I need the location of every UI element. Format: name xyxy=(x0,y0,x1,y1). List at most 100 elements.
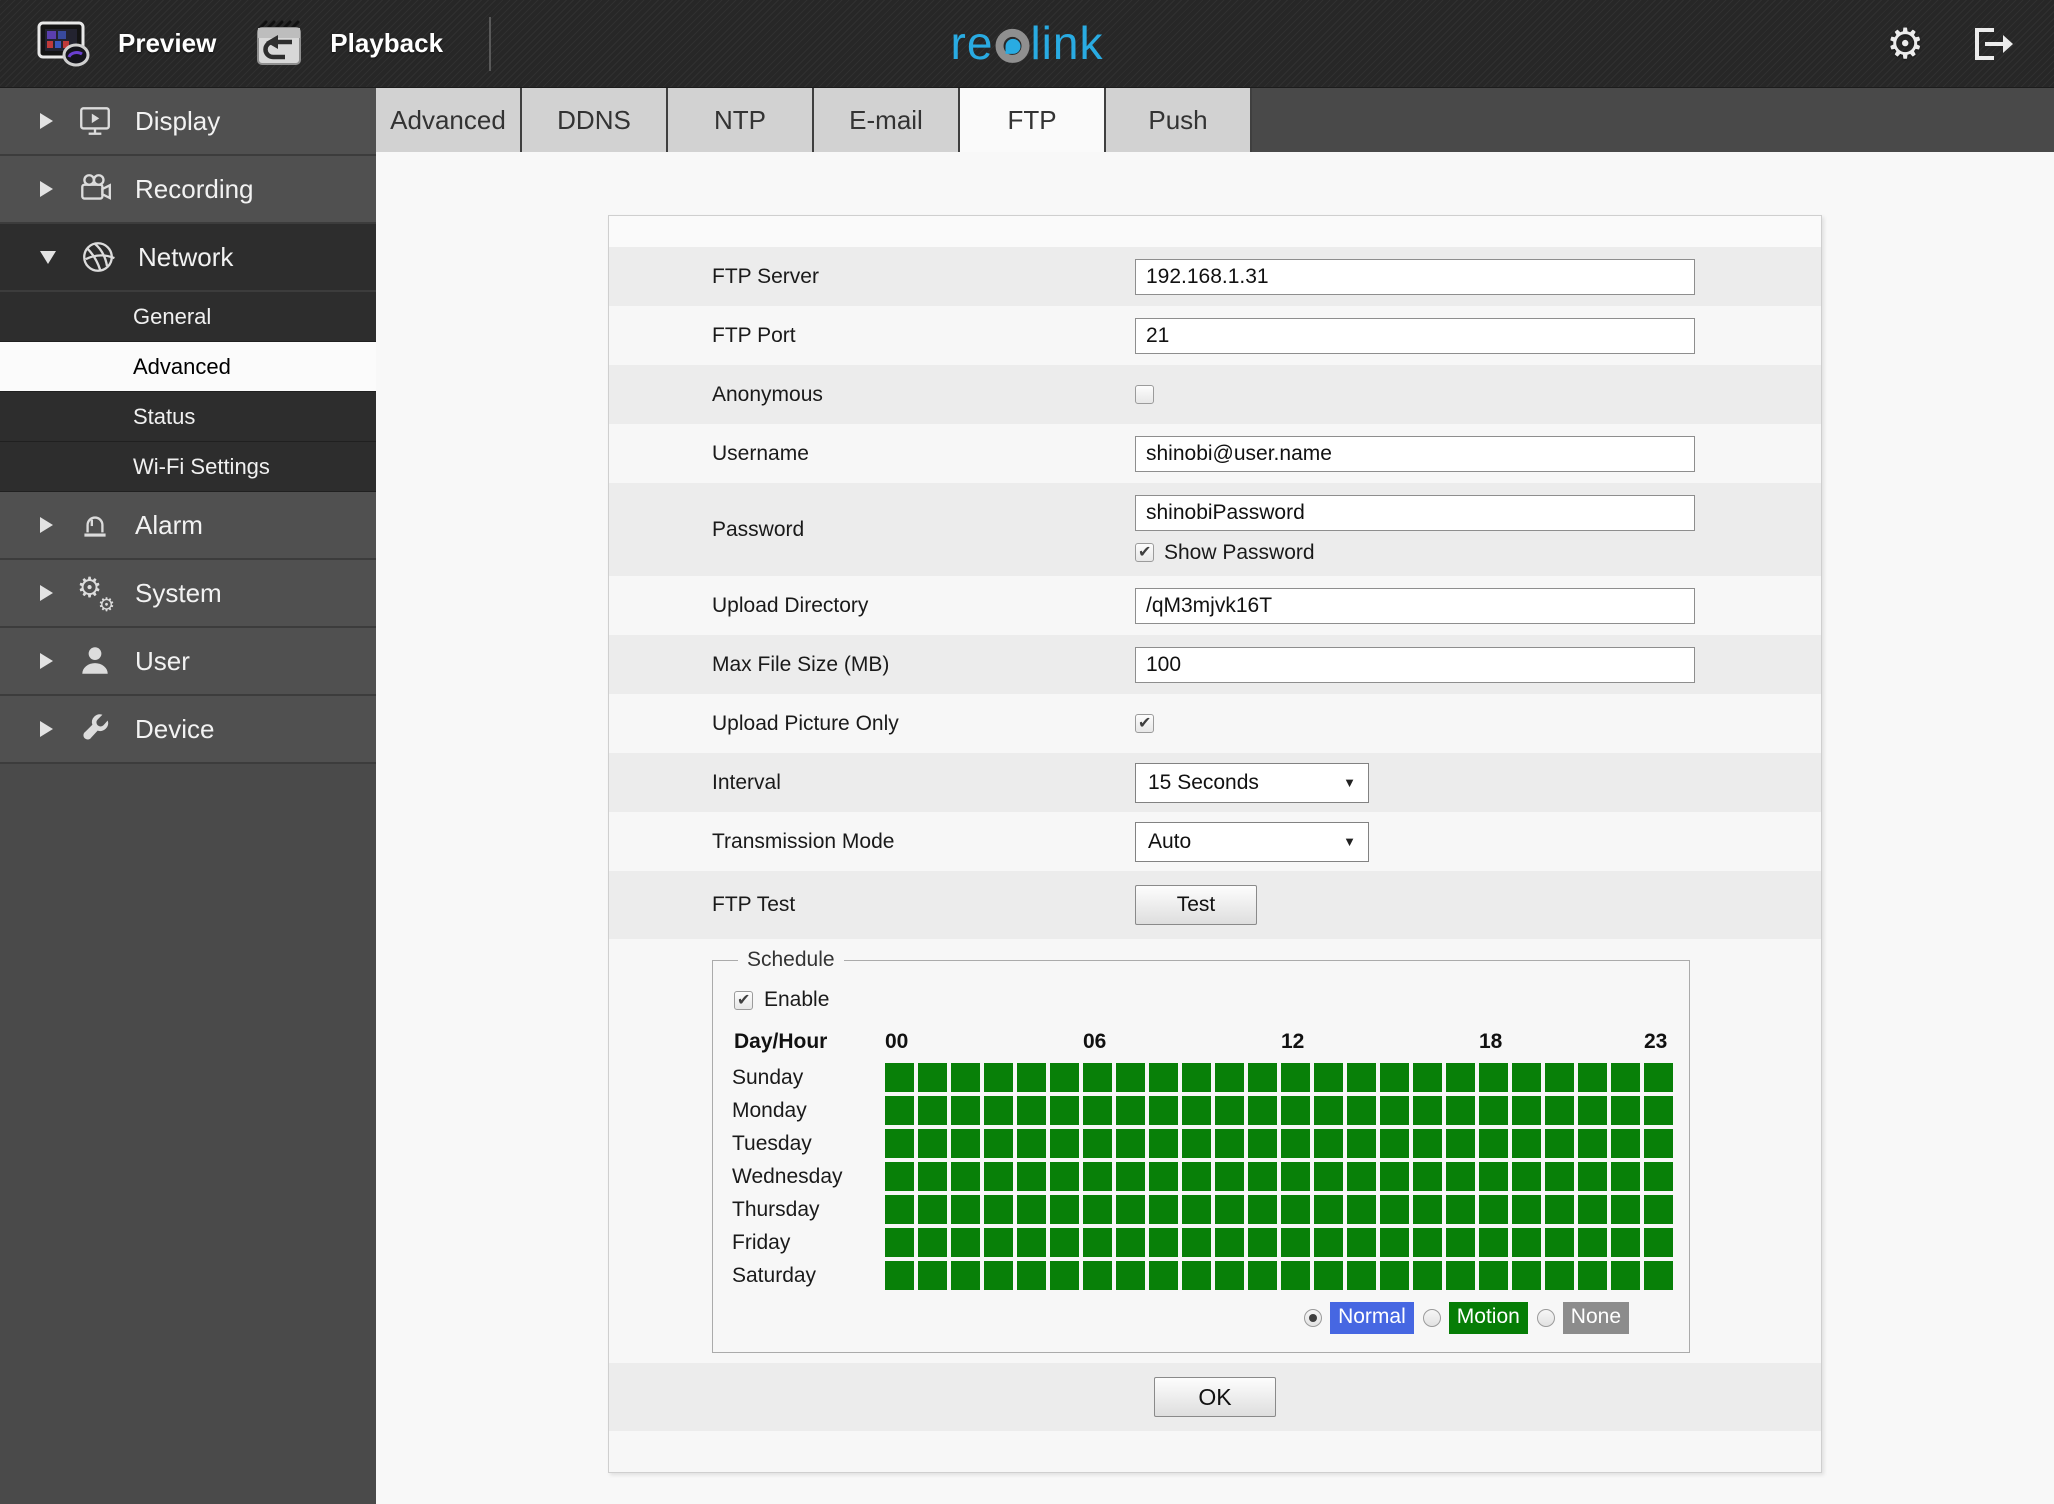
schedule-cell[interactable] xyxy=(1017,1261,1046,1290)
schedule-cell[interactable] xyxy=(1578,1096,1607,1125)
schedule-cell[interactable] xyxy=(1413,1162,1442,1191)
schedule-cell[interactable] xyxy=(1050,1228,1079,1257)
schedule-cell[interactable] xyxy=(1017,1063,1046,1092)
schedule-cell[interactable] xyxy=(1413,1261,1442,1290)
schedule-cell[interactable] xyxy=(1578,1129,1607,1158)
schedule-cell[interactable] xyxy=(951,1129,980,1158)
tab-ddns[interactable]: DDNS xyxy=(522,88,668,152)
schedule-cell[interactable] xyxy=(1446,1261,1475,1290)
schedule-cell[interactable] xyxy=(1512,1129,1541,1158)
password-input[interactable] xyxy=(1135,494,1695,531)
tab-ntp[interactable]: NTP xyxy=(668,88,814,152)
schedule-cell[interactable] xyxy=(1083,1096,1112,1125)
sidebar-subitem-advanced[interactable]: Advanced xyxy=(0,342,376,392)
preview-nav[interactable]: Preview xyxy=(36,19,216,69)
schedule-cell[interactable] xyxy=(1644,1195,1673,1224)
mode-option-normal[interactable]: Normal xyxy=(1304,1302,1414,1334)
schedule-cell[interactable] xyxy=(1611,1063,1640,1092)
schedule-cell[interactable] xyxy=(918,1129,947,1158)
radio-icon[interactable] xyxy=(1536,1309,1555,1327)
schedule-cell[interactable] xyxy=(1314,1063,1343,1092)
schedule-cell[interactable] xyxy=(1479,1063,1508,1092)
schedule-cell[interactable] xyxy=(1347,1129,1376,1158)
schedule-cell[interactable] xyxy=(1644,1228,1673,1257)
schedule-cell[interactable] xyxy=(1578,1228,1607,1257)
schedule-cell[interactable] xyxy=(1479,1129,1508,1158)
max-file-size-input[interactable] xyxy=(1135,646,1695,683)
schedule-cell[interactable] xyxy=(1281,1096,1310,1125)
mode-option-none[interactable]: None xyxy=(1536,1302,1629,1334)
schedule-cell[interactable] xyxy=(1380,1096,1409,1125)
ftp-server-input[interactable] xyxy=(1135,258,1695,295)
schedule-cell[interactable] xyxy=(885,1129,914,1158)
schedule-cell[interactable] xyxy=(984,1228,1013,1257)
schedule-cell[interactable] xyxy=(1248,1195,1277,1224)
schedule-cell[interactable] xyxy=(1017,1162,1046,1191)
schedule-cell[interactable] xyxy=(1578,1195,1607,1224)
schedule-cell[interactable] xyxy=(1149,1096,1178,1125)
schedule-cell[interactable] xyxy=(1116,1063,1145,1092)
schedule-cell[interactable] xyxy=(1017,1096,1046,1125)
schedule-cell[interactable] xyxy=(1446,1063,1475,1092)
schedule-cell[interactable] xyxy=(1314,1162,1343,1191)
schedule-cell[interactable] xyxy=(1446,1129,1475,1158)
schedule-cell[interactable] xyxy=(1116,1162,1145,1191)
tab-ftp[interactable]: FTP xyxy=(960,88,1106,152)
schedule-cell[interactable] xyxy=(1512,1195,1541,1224)
tab-push[interactable]: Push xyxy=(1106,88,1252,152)
schedule-cell[interactable] xyxy=(1182,1129,1211,1158)
schedule-cell[interactable] xyxy=(885,1228,914,1257)
schedule-cell[interactable] xyxy=(1578,1063,1607,1092)
schedule-cell[interactable] xyxy=(1347,1063,1376,1092)
schedule-cell[interactable] xyxy=(1479,1228,1508,1257)
schedule-cell[interactable] xyxy=(1314,1096,1343,1125)
anonymous-checkbox[interactable] xyxy=(1135,385,1154,404)
schedule-cell[interactable] xyxy=(1611,1261,1640,1290)
schedule-cell[interactable] xyxy=(1017,1129,1046,1158)
schedule-cell[interactable] xyxy=(1182,1261,1211,1290)
schedule-cell[interactable] xyxy=(1248,1129,1277,1158)
schedule-cell[interactable] xyxy=(1017,1228,1046,1257)
schedule-cell[interactable] xyxy=(1116,1096,1145,1125)
schedule-cell[interactable] xyxy=(1017,1195,1046,1224)
schedule-cell[interactable] xyxy=(1413,1195,1442,1224)
schedule-cell[interactable] xyxy=(1281,1228,1310,1257)
schedule-cell[interactable] xyxy=(1149,1162,1178,1191)
show-password-checkbox[interactable] xyxy=(1135,542,1154,562)
schedule-cell[interactable] xyxy=(1512,1261,1541,1290)
schedule-cell[interactable] xyxy=(885,1162,914,1191)
schedule-cell[interactable] xyxy=(984,1129,1013,1158)
radio-icon[interactable] xyxy=(1422,1309,1441,1327)
radio-icon[interactable] xyxy=(1304,1309,1323,1327)
schedule-cell[interactable] xyxy=(1149,1063,1178,1092)
schedule-cell[interactable] xyxy=(1347,1195,1376,1224)
schedule-cell[interactable] xyxy=(1248,1063,1277,1092)
schedule-cell[interactable] xyxy=(918,1195,947,1224)
schedule-cell[interactable] xyxy=(1380,1195,1409,1224)
schedule-cell[interactable] xyxy=(1479,1096,1508,1125)
sidebar-subitem-general[interactable]: General xyxy=(0,292,376,342)
schedule-cell[interactable] xyxy=(1116,1261,1145,1290)
schedule-cell[interactable] xyxy=(984,1063,1013,1092)
schedule-cell[interactable] xyxy=(1347,1261,1376,1290)
username-input[interactable] xyxy=(1135,435,1695,472)
schedule-cell[interactable] xyxy=(1083,1261,1112,1290)
schedule-cell[interactable] xyxy=(1248,1162,1277,1191)
schedule-cell[interactable] xyxy=(1380,1261,1409,1290)
schedule-cell[interactable] xyxy=(1050,1063,1079,1092)
ok-button[interactable]: OK xyxy=(1154,1377,1276,1417)
schedule-cell[interactable] xyxy=(1314,1261,1343,1290)
schedule-cell[interactable] xyxy=(1116,1228,1145,1257)
schedule-cell[interactable] xyxy=(1347,1096,1376,1125)
schedule-cell[interactable] xyxy=(1611,1195,1640,1224)
schedule-cell[interactable] xyxy=(1512,1096,1541,1125)
upload-directory-input[interactable] xyxy=(1135,587,1695,624)
schedule-cell[interactable] xyxy=(1116,1195,1145,1224)
schedule-cell[interactable] xyxy=(1215,1162,1244,1191)
schedule-cell[interactable] xyxy=(1545,1129,1574,1158)
schedule-cell[interactable] xyxy=(1281,1129,1310,1158)
schedule-cell[interactable] xyxy=(1248,1228,1277,1257)
schedule-cell[interactable] xyxy=(1446,1162,1475,1191)
schedule-cell[interactable] xyxy=(1248,1096,1277,1125)
sidebar-item-user[interactable]: User xyxy=(0,628,376,696)
